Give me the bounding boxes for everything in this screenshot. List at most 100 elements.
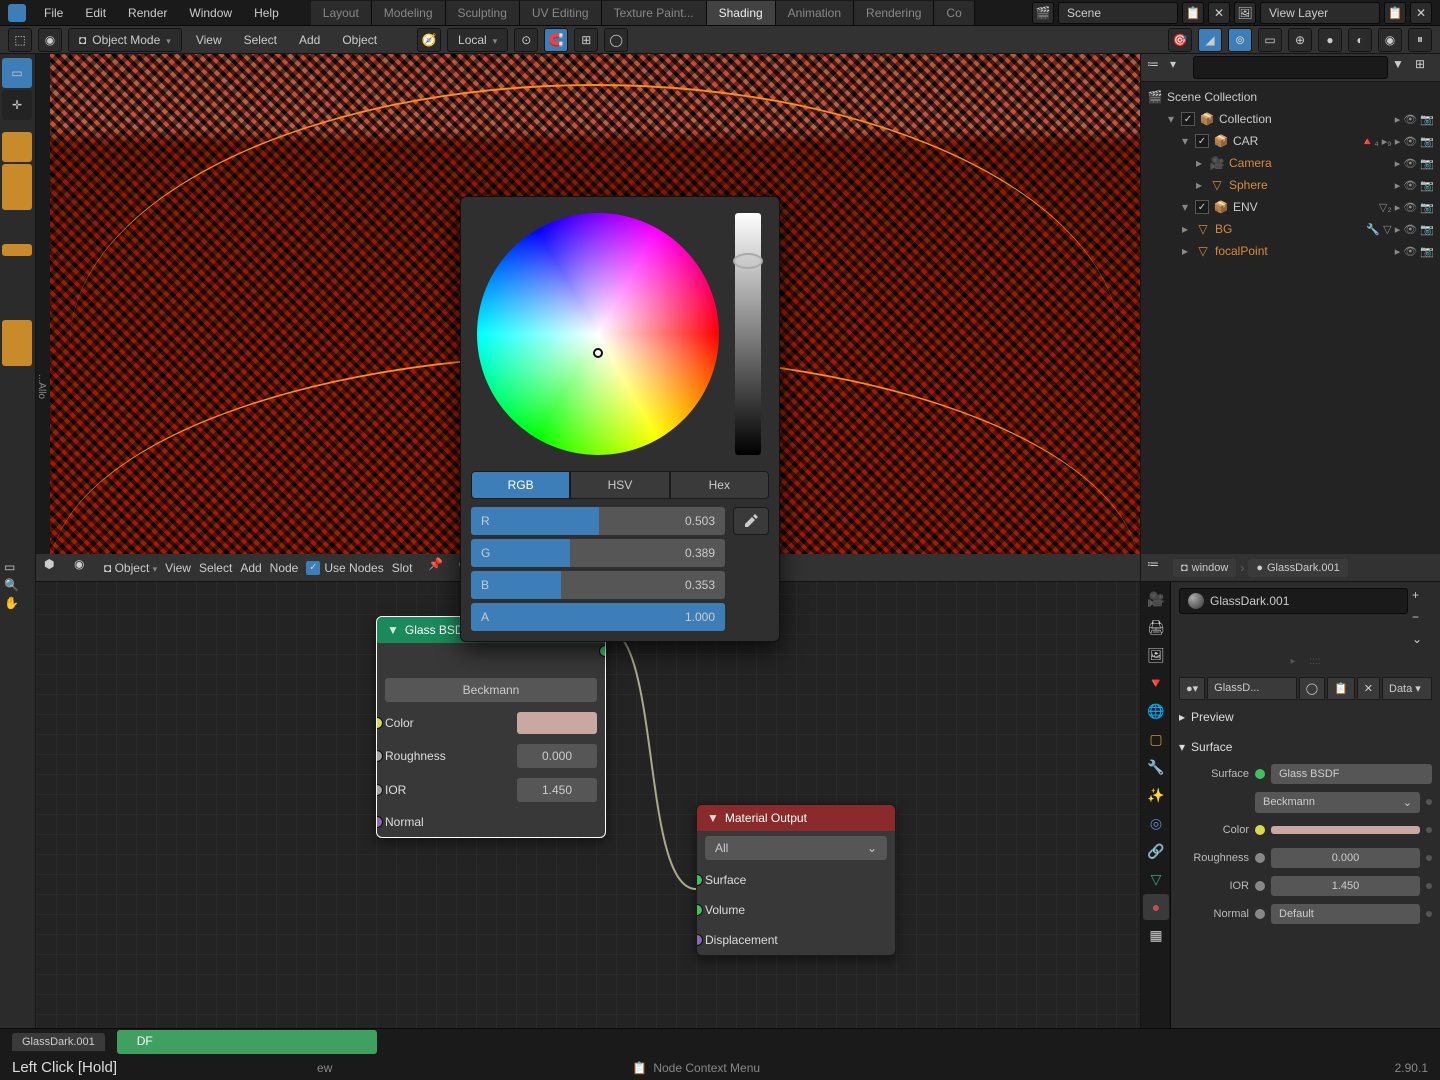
workspace-tab-rendering[interactable]: Rendering: [854, 1, 934, 25]
node-glass-roughness[interactable]: Roughness 0.000: [377, 739, 605, 773]
outliner-filter-icon[interactable]: ▼: [1392, 57, 1411, 79]
view-layer-field[interactable]: View Layer: [1260, 2, 1380, 24]
props-normal[interactable]: Normal Default: [1179, 902, 1432, 926]
vp-menu-view[interactable]: View: [188, 29, 230, 51]
tool-scale-icon[interactable]: [2, 244, 32, 256]
snap-toggle-icon[interactable]: 🧲: [544, 28, 568, 52]
props-tab-render-icon[interactable]: 🎥: [1143, 586, 1169, 612]
value-slider[interactable]: [735, 213, 761, 455]
outliner-type-icon[interactable]: ≔: [1147, 57, 1166, 79]
material-slot[interactable]: GlassDark.001: [1179, 588, 1408, 614]
color-slider-r[interactable]: R0.503: [471, 507, 725, 535]
material-browse[interactable]: ●▾: [1179, 677, 1205, 700]
menu-edit[interactable]: Edit: [75, 2, 116, 24]
overlay-toggle-icon[interactable]: ◢: [1198, 28, 1222, 52]
node-menu-add[interactable]: Add: [240, 561, 261, 575]
scene-browse-icon[interactable]: 🎬: [1032, 2, 1054, 24]
orientation-dropdown[interactable]: Local: [447, 28, 508, 52]
workspace-tab-layout[interactable]: Layout: [311, 1, 372, 25]
layer-new-icon[interactable]: 📋: [1384, 2, 1406, 24]
layer-delete-icon[interactable]: ✕: [1410, 2, 1432, 24]
node-menu-view[interactable]: View: [165, 561, 191, 575]
outliner-item[interactable]: ▸▽focalPoint▸ 👁 📷: [1143, 240, 1438, 262]
outliner-search[interactable]: [1193, 56, 1388, 79]
node-editor-type-icon[interactable]: ⬢: [44, 557, 66, 579]
props-tab-object-icon[interactable]: ▢: [1143, 726, 1169, 752]
outliner-item[interactable]: ▸▽Sphere▸ 👁 📷: [1143, 174, 1438, 196]
shading-material-icon[interactable]: ◐: [1348, 28, 1372, 52]
node-menu-node[interactable]: Node: [270, 561, 299, 575]
props-crumb-object[interactable]: ◘ window: [1173, 559, 1236, 577]
props-distribution[interactable]: Beckmann⌄: [1179, 790, 1432, 814]
material-users[interactable]: ◯: [1299, 677, 1325, 700]
workspace-tab-co[interactable]: Co: [934, 1, 974, 25]
props-tab-world-icon[interactable]: 🌐: [1143, 698, 1169, 724]
props-color[interactable]: Color: [1179, 818, 1432, 842]
color-slider-g[interactable]: G0.389: [471, 539, 725, 567]
eyedropper-button[interactable]: [733, 507, 769, 535]
proportional-icon[interactable]: ◯: [604, 28, 628, 52]
pause-icon[interactable]: ⏸: [1408, 28, 1432, 52]
props-tab-physics-icon[interactable]: ◎: [1143, 810, 1169, 836]
shading-rendered-icon[interactable]: ◉: [1378, 28, 1402, 52]
workspace-tab-sculpting[interactable]: Sculpting: [446, 1, 520, 25]
node-glass-bsdf[interactable]: ▼Glass BSDF Beckmann Color Roughness 0.0…: [376, 616, 606, 838]
props-tab-output-icon[interactable]: 🖨: [1143, 614, 1169, 640]
status-material-tab[interactable]: GlassDark.001: [12, 1033, 105, 1051]
props-tab-constraint-icon[interactable]: 🔗: [1143, 838, 1169, 864]
mode-icon[interactable]: ◉: [38, 28, 62, 52]
scene-new-icon[interactable]: 📋: [1182, 2, 1204, 24]
node-output-target[interactable]: All⌄: [697, 831, 895, 865]
props-preview-header[interactable]: ▸ Preview: [1179, 706, 1432, 728]
props-type-icon[interactable]: ≔: [1147, 557, 1169, 579]
props-tab-texture-icon[interactable]: ▦: [1143, 922, 1169, 948]
workspace-tab-uv[interactable]: UV Editing: [520, 1, 602, 25]
snap-type-icon[interactable]: ⊞: [574, 28, 598, 52]
node-tool-pan-icon[interactable]: ✋: [4, 596, 31, 610]
color-tab-hsv[interactable]: HSV: [570, 471, 669, 499]
outliner-item[interactable]: ▾✓📦Collection▸ 👁 📷: [1143, 108, 1438, 130]
props-tab-modifier-icon[interactable]: 🔧: [1143, 754, 1169, 780]
scene-name-field[interactable]: Scene: [1058, 2, 1178, 24]
props-surface-header[interactable]: ▾ Surface: [1179, 736, 1432, 758]
workspace-tab-texture[interactable]: Texture Paint...: [602, 1, 707, 25]
node-glass-ior[interactable]: IOR 1.450: [377, 773, 605, 807]
workspace-tab-modeling[interactable]: Modeling: [372, 1, 446, 25]
tool-transform-icon[interactable]: [2, 320, 32, 366]
status-green-node[interactable]: DF: [117, 1030, 377, 1054]
mode-dropdown[interactable]: ◘Object Mode: [68, 28, 182, 52]
vp-menu-add[interactable]: Add: [291, 29, 328, 51]
props-tab-particle-icon[interactable]: ✨: [1143, 782, 1169, 808]
outliner-item[interactable]: ▸▽BG🔧 ▽ ▸ 👁 📷: [1143, 218, 1438, 240]
layer-browse-icon[interactable]: 🖼: [1234, 2, 1256, 24]
menu-file[interactable]: File: [34, 2, 73, 24]
props-tab-mesh-icon[interactable]: ▽: [1143, 866, 1169, 892]
menu-window[interactable]: Window: [179, 2, 242, 24]
node-glass-color[interactable]: Color: [377, 707, 605, 739]
node-material-output[interactable]: ▼Material Output All⌄ Surface Volume Dis…: [696, 804, 896, 956]
tool-cursor-icon[interactable]: ✛: [2, 90, 32, 120]
props-tab-material-icon[interactable]: ●: [1143, 894, 1169, 920]
tool-select-icon[interactable]: ▭: [2, 58, 32, 88]
material-add-icon[interactable]: +: [1412, 588, 1432, 608]
vp-menu-object[interactable]: Object: [334, 29, 385, 51]
gizmo-icon[interactable]: 🎯: [1168, 28, 1192, 52]
outliner-display-icon[interactable]: ▾: [1170, 57, 1189, 79]
node-tool-zoom-icon[interactable]: 🔍: [4, 578, 31, 592]
outliner-item[interactable]: ▾✓📦ENV▽₂ ▸ 👁 📷: [1143, 196, 1438, 218]
xray-icon[interactable]: ▭: [1258, 28, 1282, 52]
color-slider-a[interactable]: A1.000: [471, 603, 725, 631]
menu-help[interactable]: Help: [244, 2, 289, 24]
node-shader-type-icon[interactable]: ◉: [74, 557, 96, 579]
props-crumb-material[interactable]: ● GlassDark.001: [1248, 559, 1347, 577]
editor-type-icon[interactable]: ⬚: [8, 28, 32, 52]
node-output-header[interactable]: ▼Material Output: [697, 805, 895, 831]
node-glass-normal[interactable]: Normal: [377, 807, 605, 837]
workspace-tab-animation[interactable]: Animation: [776, 1, 854, 25]
props-tab-scene-icon[interactable]: 🔻: [1143, 670, 1169, 696]
props-roughness[interactable]: Roughness 0.000: [1179, 846, 1432, 870]
node-mode-dropdown[interactable]: ◘ Object: [104, 561, 157, 575]
material-link-dropdown[interactable]: Data ▾: [1382, 677, 1432, 700]
props-surface-shader[interactable]: Surface Glass BSDF: [1179, 762, 1432, 786]
overlay-menu-icon[interactable]: ⊚: [1228, 28, 1252, 52]
